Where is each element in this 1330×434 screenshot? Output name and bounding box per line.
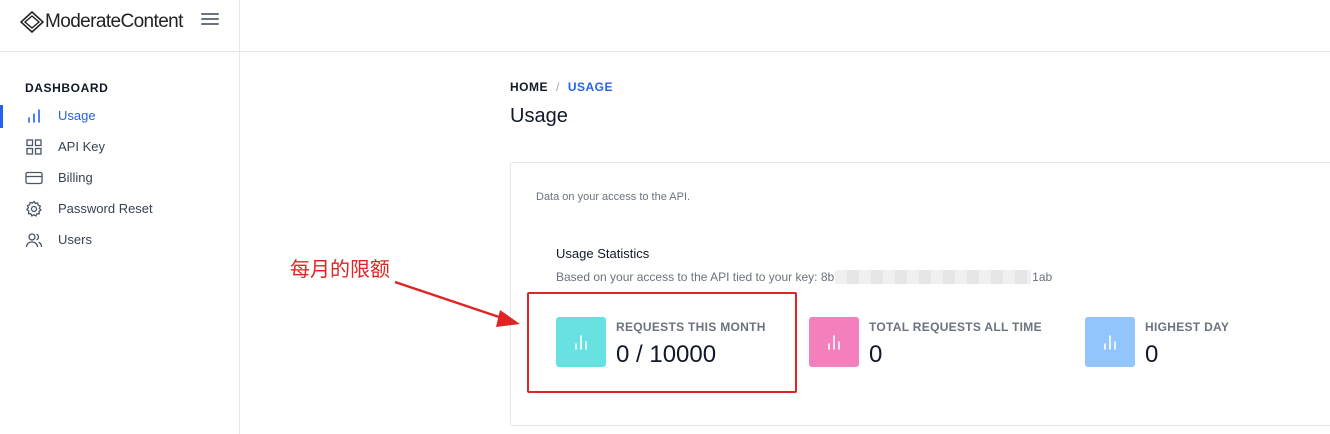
page-title: Usage [510,105,568,127]
breadcrumb-current: USAGE [567,80,614,94]
sidebar-item-password-reset[interactable]: Password Reset [0,193,239,224]
sidebar-item-label: Usage [58,108,96,123]
breadcrumb-separator: / [556,80,560,94]
breadcrumb-home-link[interactable]: HOME [510,80,548,94]
stat-total-requests-all-time: TOTAL REQUESTS ALL TIME 0 [809,317,1069,369]
stat-tile [809,317,859,367]
sidebar-item-billing[interactable]: Billing [0,162,239,193]
sidebar-item-users[interactable]: Users [0,224,239,255]
bar-chart-icon [25,107,43,125]
api-key-suffix-text: 1ab [1032,270,1053,284]
sidebar-item-label: Users [58,232,92,247]
stat-value: 0 [1145,341,1159,368]
stat-label: TOTAL REQUESTS ALL TIME [869,320,1042,334]
gear-icon [25,199,43,218]
breadcrumb: HOME / USAGE [510,80,613,94]
annotation-highlight-box [527,292,797,393]
card-description: Data on your access to the API. [536,191,691,203]
stat-highest-day: HIGHEST DAY 0 [1085,317,1305,369]
sidebar: ModerateContent DASHBOARD Usage API Key [0,0,240,434]
stat-tile [1085,317,1135,367]
bar-chart-icon [1104,335,1116,350]
brand-logo[interactable]: ModerateContent [20,11,183,33]
sidebar-item-label: Billing [58,170,93,185]
sidebar-nav: Usage API Key Billing Password Reset Use… [0,100,239,255]
sidebar-item-api-key[interactable]: API Key [0,131,239,162]
sidebar-item-usage[interactable]: Usage [0,100,239,131]
bar-chart-icon [828,335,840,350]
stat-value: 0 [869,341,883,368]
hamburger-menu-icon[interactable] [201,13,219,29]
api-key-prefix-text: Based on your access to the API tied to … [556,270,835,284]
logo-bar: ModerateContent [0,0,239,52]
annotation-label: 每月的限额 [290,257,390,281]
top-header [240,0,1330,52]
api-key-redaction [835,270,1032,284]
diamond-logo-icon [20,11,44,33]
usage-statistics-title: Usage Statistics [556,246,650,261]
stat-label: HIGHEST DAY [1145,320,1230,334]
users-icon [25,231,43,249]
sidebar-item-label: Password Reset [58,201,153,216]
usage-statistics-subtitle: Based on your access to the API tied to … [556,270,1052,284]
credit-card-icon [25,169,43,187]
sidebar-item-label: API Key [58,139,105,154]
brand-name: ModerateContent [45,11,183,32]
grid-icon [25,138,43,156]
nav-heading: DASHBOARD [25,81,109,95]
